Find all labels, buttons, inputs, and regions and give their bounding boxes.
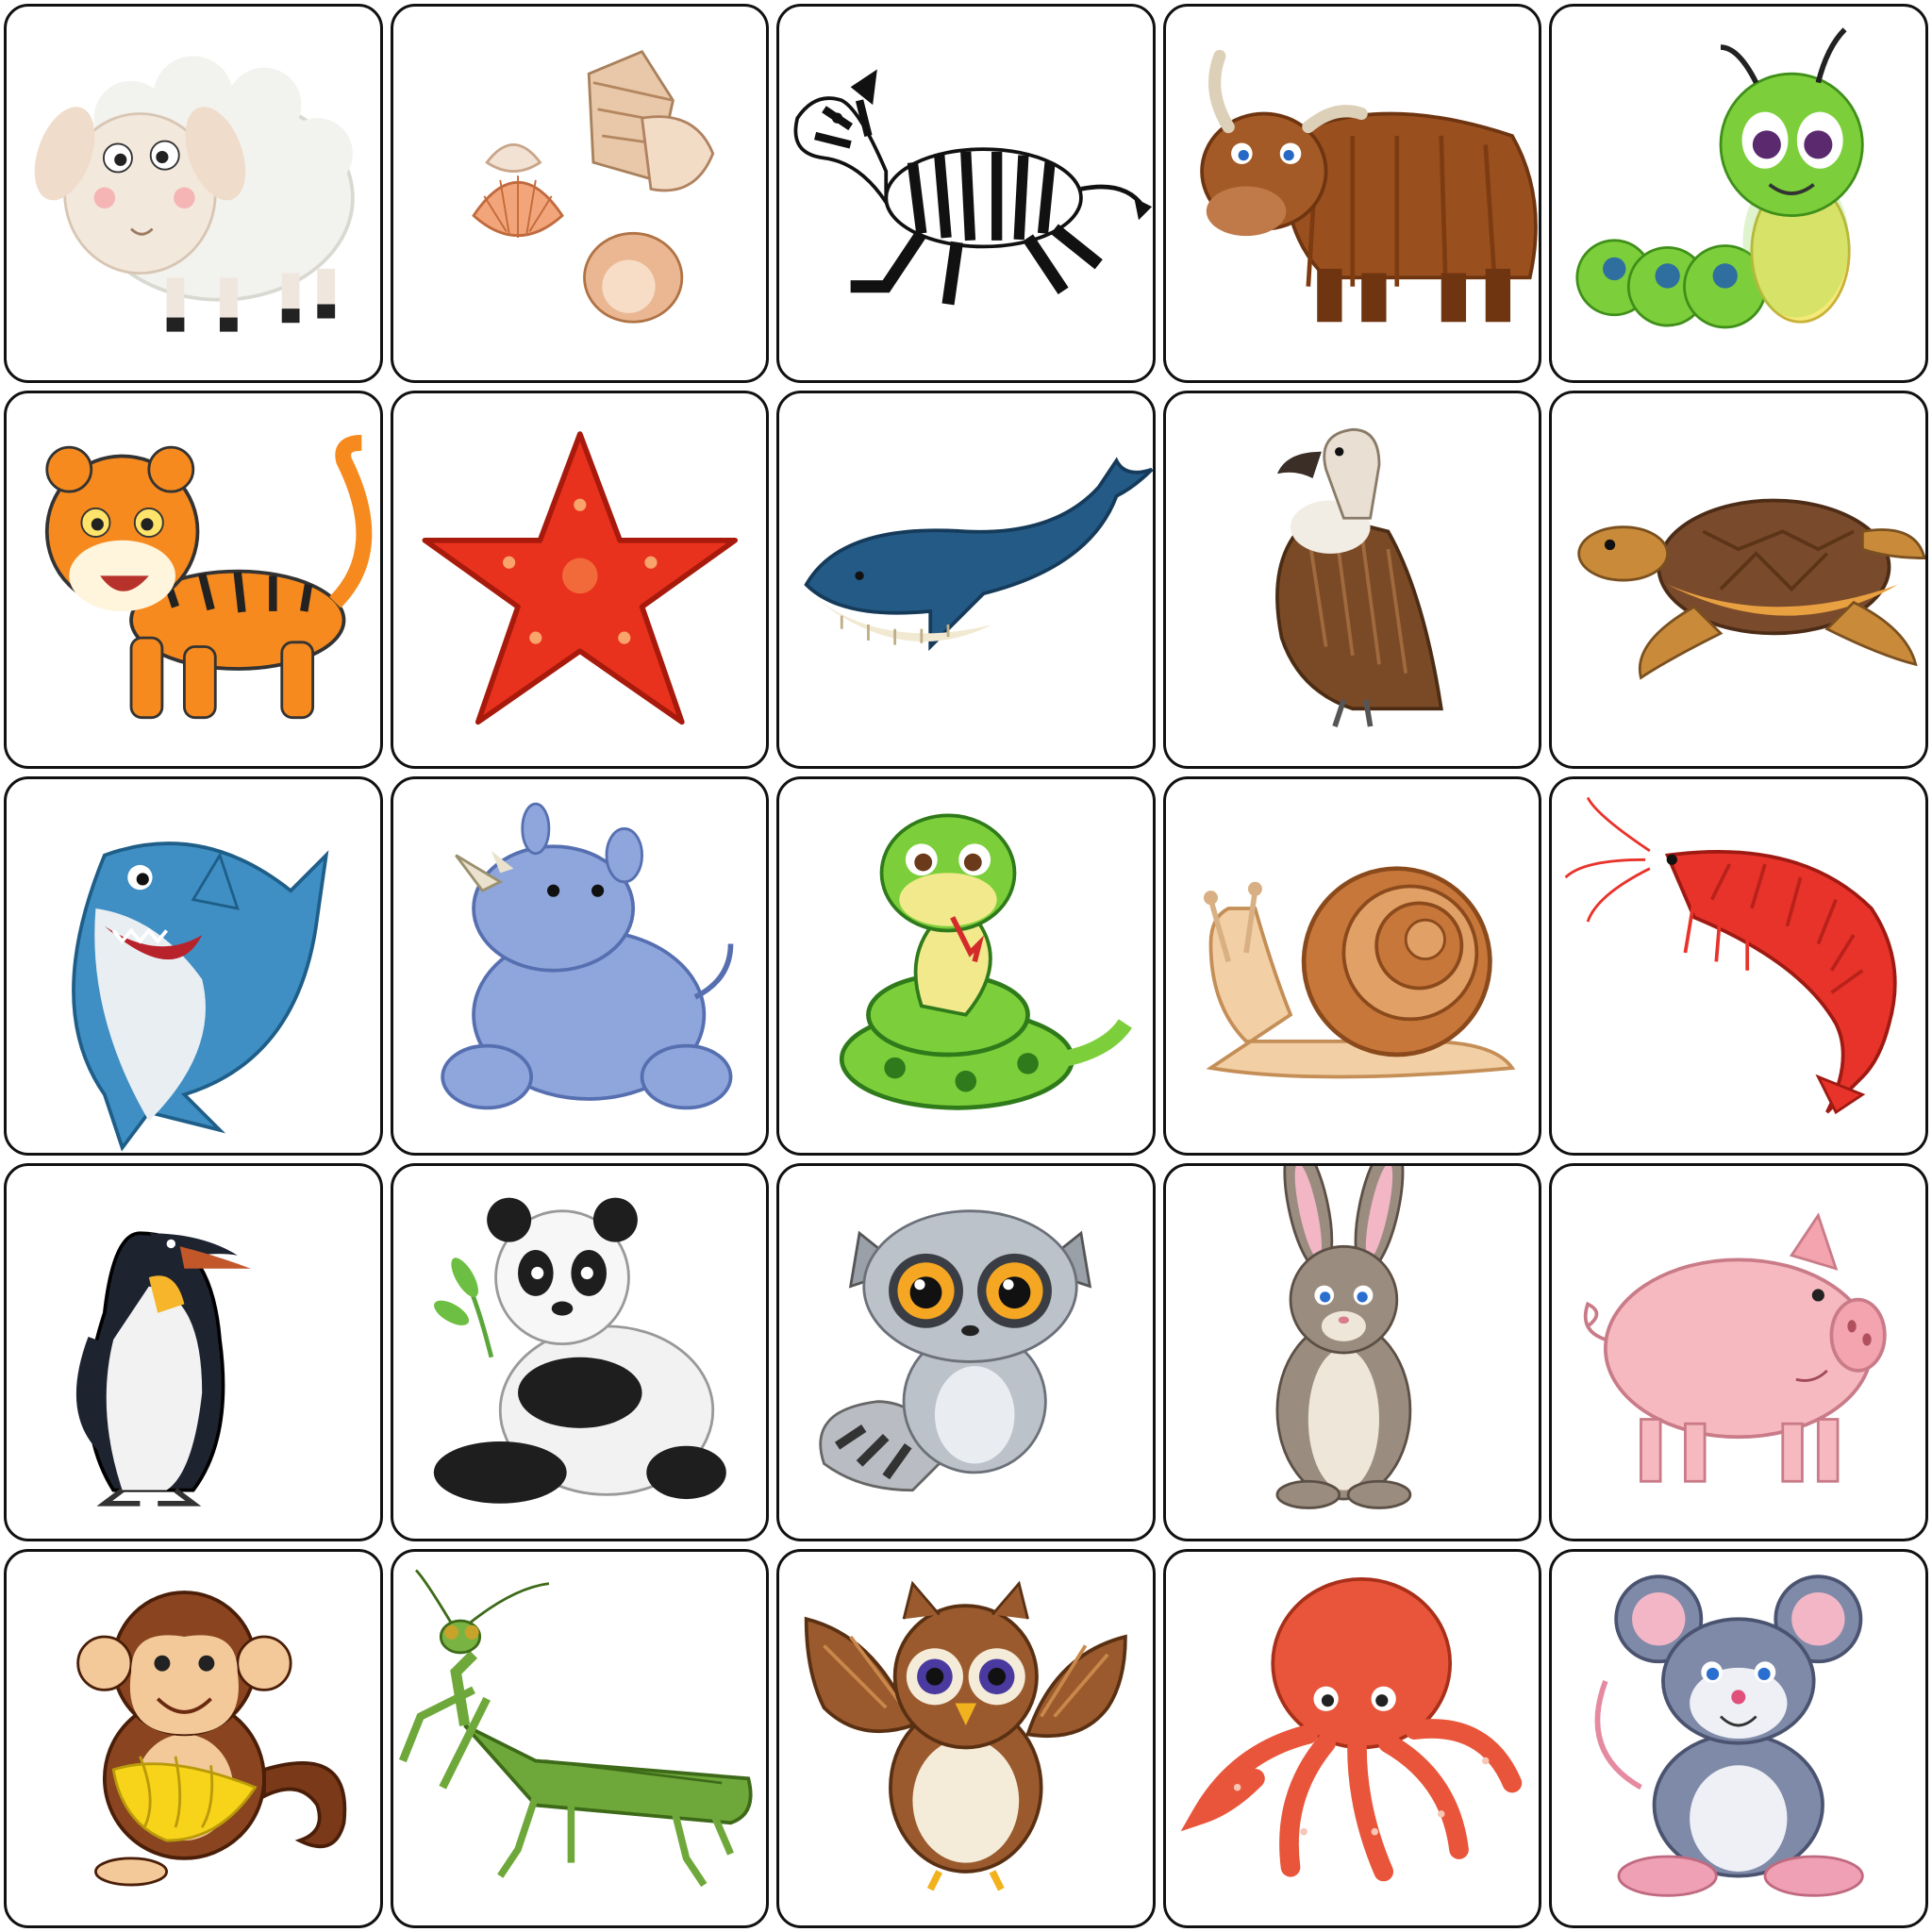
card-owl[interactable]	[776, 1549, 1156, 1928]
card-mouse[interactable]	[1549, 1549, 1928, 1928]
rabbit-icon	[1275, 1165, 1412, 1509]
yak-icon	[1199, 49, 1538, 323]
card-rabbit[interactable]	[1162, 1162, 1542, 1542]
mantis-icon	[398, 1569, 753, 1888]
shark-icon	[72, 841, 329, 1152]
snake-icon	[840, 813, 1133, 1110]
card-turtle[interactable]	[1549, 390, 1928, 770]
card-board	[0, 0, 1932, 1932]
turtle-icon	[1577, 498, 1925, 680]
raccoon-icon	[819, 1209, 1092, 1491]
card-seashells[interactable]	[390, 4, 770, 383]
vulture-icon	[1274, 427, 1443, 727]
seashells-icon	[471, 49, 714, 324]
card-whale[interactable]	[776, 390, 1156, 770]
card-shrimp[interactable]	[1549, 776, 1928, 1156]
card-starfish[interactable]	[390, 390, 770, 770]
pig-icon	[1584, 1212, 1888, 1483]
card-mantis[interactable]	[390, 1549, 770, 1928]
rhino-icon	[440, 802, 733, 1110]
caterpillar-icon	[1575, 27, 1865, 329]
card-tiger[interactable]	[4, 390, 383, 770]
penguin-icon	[75, 1231, 251, 1507]
card-pig[interactable]	[1549, 1162, 1928, 1542]
card-penguin[interactable]	[4, 1162, 383, 1542]
tiger-icon	[44, 434, 373, 719]
snail-icon	[1203, 866, 1516, 1079]
card-octopus[interactable]	[1162, 1549, 1542, 1928]
card-monkey[interactable]	[4, 1549, 383, 1928]
sheep-icon	[34, 56, 355, 332]
card-yak[interactable]	[1162, 4, 1542, 383]
starfish-icon	[422, 430, 738, 724]
card-sheep[interactable]	[4, 4, 383, 383]
shrimp-icon	[1564, 797, 1898, 1115]
whale-icon	[804, 457, 1153, 651]
card-snail[interactable]	[1162, 776, 1542, 1156]
card-panda[interactable]	[390, 1162, 770, 1542]
card-vulture[interactable]	[1162, 390, 1542, 770]
panda-icon	[433, 1197, 726, 1504]
card-shark[interactable]	[4, 776, 383, 1156]
zebra-icon	[793, 69, 1153, 306]
monkey-icon	[76, 1591, 347, 1887]
card-zebra[interactable]	[776, 4, 1156, 383]
card-snake[interactable]	[776, 776, 1156, 1156]
octopus-icon	[1180, 1577, 1523, 1882]
mouse-icon	[1595, 1574, 1865, 1898]
owl-icon	[804, 1581, 1127, 1891]
card-raccoon[interactable]	[776, 1162, 1156, 1542]
card-caterpillar[interactable]	[1549, 4, 1928, 383]
card-rhino[interactable]	[390, 776, 770, 1156]
